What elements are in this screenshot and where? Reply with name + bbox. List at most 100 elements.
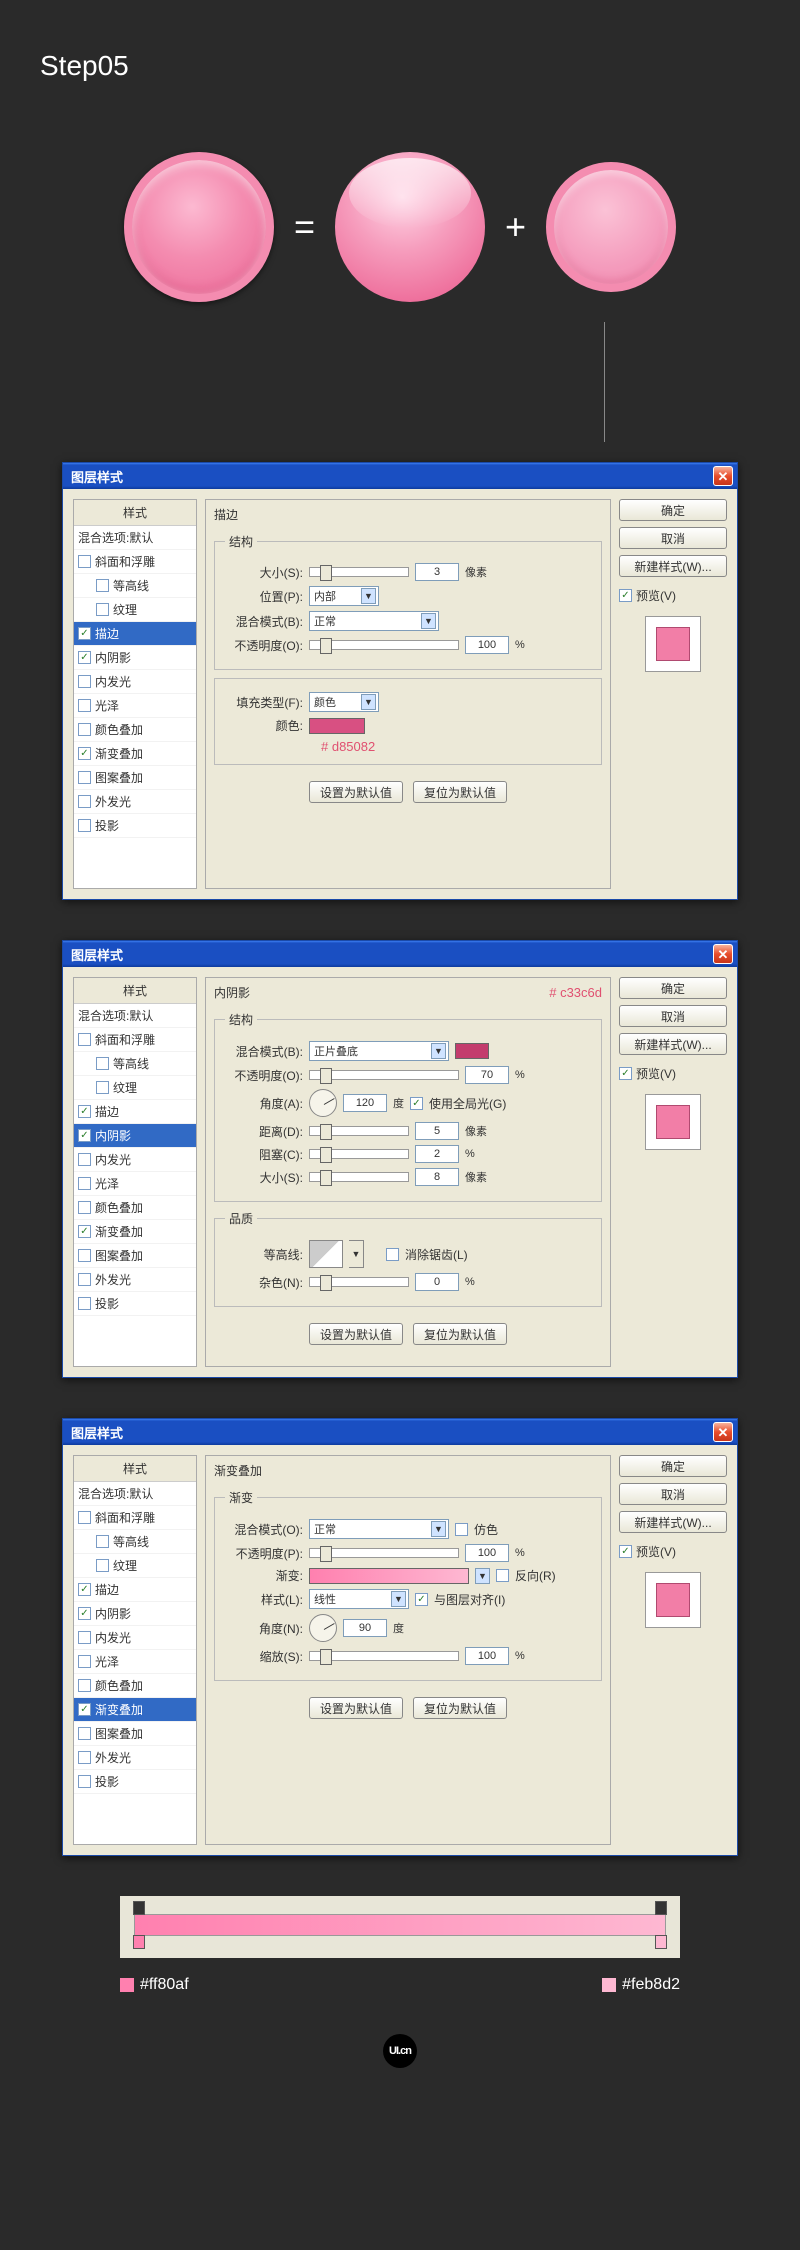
style-blend-defaults[interactable]: 混合选项:默认: [74, 1004, 196, 1028]
checkbox-icon[interactable]: [96, 1535, 109, 1548]
style-stroke[interactable]: 描边: [74, 622, 196, 646]
opacity-stop-left[interactable]: [133, 1901, 145, 1915]
color-swatch[interactable]: [309, 718, 365, 734]
size-input[interactable]: 8: [415, 1168, 459, 1186]
opacity-input[interactable]: 100: [465, 636, 509, 654]
angle-dial[interactable]: [309, 1089, 337, 1117]
choke-slider[interactable]: [309, 1149, 409, 1159]
color-stop-left[interactable]: [133, 1935, 145, 1949]
blend-combo[interactable]: 正常▼: [309, 1519, 449, 1539]
style-drop-shadow[interactable]: 投影: [74, 1770, 196, 1794]
distance-slider[interactable]: [309, 1126, 409, 1136]
ok-button[interactable]: 确定: [619, 499, 727, 521]
checkbox-icon[interactable]: [78, 795, 91, 808]
reset-default-button[interactable]: 复位为默认值: [413, 781, 507, 803]
checkbox-icon[interactable]: [78, 1583, 91, 1596]
style-bevel[interactable]: 斜面和浮雕: [74, 550, 196, 574]
new-style-button[interactable]: 新建样式(W)...: [619, 1033, 727, 1055]
checkbox-icon[interactable]: [78, 1679, 91, 1692]
style-blend-defaults[interactable]: 混合选项:默认: [74, 1482, 196, 1506]
preview-checkbox[interactable]: [619, 1067, 632, 1080]
style-texture[interactable]: 纹理: [74, 598, 196, 622]
scale-slider[interactable]: [309, 1651, 459, 1661]
checkbox-icon[interactable]: [78, 1033, 91, 1046]
ok-button[interactable]: 确定: [619, 977, 727, 999]
cancel-button[interactable]: 取消: [619, 1483, 727, 1505]
checkbox-icon[interactable]: [78, 1225, 91, 1238]
titlebar[interactable]: 图层样式 ✕: [63, 463, 737, 489]
style-texture[interactable]: 纹理: [74, 1554, 196, 1578]
checkbox-icon[interactable]: [78, 1273, 91, 1286]
checkbox-icon[interactable]: [96, 1559, 109, 1572]
checkbox-icon[interactable]: [78, 819, 91, 832]
checkbox-icon[interactable]: [78, 1631, 91, 1644]
checkbox-icon[interactable]: [96, 603, 109, 616]
checkbox-icon[interactable]: [78, 1511, 91, 1524]
style-satin[interactable]: 光泽: [74, 694, 196, 718]
reverse-checkbox[interactable]: [496, 1569, 509, 1582]
set-default-button[interactable]: 设置为默认值: [309, 1697, 403, 1719]
cancel-button[interactable]: 取消: [619, 527, 727, 549]
shadow-color-swatch[interactable]: [455, 1043, 489, 1059]
checkbox-icon[interactable]: [78, 1105, 91, 1118]
checkbox-icon[interactable]: [96, 579, 109, 592]
size-input[interactable]: 3: [415, 563, 459, 581]
opacity-stop-right[interactable]: [655, 1901, 667, 1915]
checkbox-icon[interactable]: [78, 1153, 91, 1166]
style-color-overlay[interactable]: 颜色叠加: [74, 718, 196, 742]
preview-checkbox[interactable]: [619, 1545, 632, 1558]
gradient-track[interactable]: [134, 1914, 666, 1936]
checkbox-icon[interactable]: [96, 1057, 109, 1070]
checkbox-icon[interactable]: [78, 723, 91, 736]
checkbox-icon[interactable]: [78, 747, 91, 760]
choke-input[interactable]: 2: [415, 1145, 459, 1163]
style-color-overlay[interactable]: 颜色叠加: [74, 1674, 196, 1698]
style-texture[interactable]: 纹理: [74, 1076, 196, 1100]
checkbox-icon[interactable]: [78, 1655, 91, 1668]
antialias-checkbox[interactable]: [386, 1248, 399, 1261]
reset-default-button[interactable]: 复位为默认值: [413, 1697, 507, 1719]
style-outer-glow[interactable]: 外发光: [74, 1746, 196, 1770]
checkbox-icon[interactable]: [78, 1607, 91, 1620]
style-gradient-overlay[interactable]: 渐变叠加: [74, 1698, 196, 1722]
style-bevel[interactable]: 斜面和浮雕: [74, 1028, 196, 1052]
angle-input[interactable]: 120: [343, 1094, 387, 1112]
checkbox-icon[interactable]: [78, 1249, 91, 1262]
style-combo[interactable]: 线性▼: [309, 1589, 409, 1609]
style-gradient-overlay[interactable]: 渐变叠加: [74, 1220, 196, 1244]
checkbox-icon[interactable]: [78, 1727, 91, 1740]
align-checkbox[interactable]: [415, 1593, 428, 1606]
ok-button[interactable]: 确定: [619, 1455, 727, 1477]
style-inner-shadow[interactable]: 内阴影: [74, 1124, 196, 1148]
checkbox-icon[interactable]: [78, 1775, 91, 1788]
style-inner-shadow[interactable]: 内阴影: [74, 646, 196, 670]
style-bevel[interactable]: 斜面和浮雕: [74, 1506, 196, 1530]
checkbox-icon[interactable]: [78, 1129, 91, 1142]
checkbox-icon[interactable]: [78, 675, 91, 688]
checkbox-icon[interactable]: [96, 1081, 109, 1094]
style-inner-glow[interactable]: 内发光: [74, 670, 196, 694]
style-inner-glow[interactable]: 内发光: [74, 1148, 196, 1172]
checkbox-icon[interactable]: [78, 1751, 91, 1764]
style-outer-glow[interactable]: 外发光: [74, 790, 196, 814]
distance-input[interactable]: 5: [415, 1122, 459, 1140]
opacity-input[interactable]: 100: [465, 1544, 509, 1562]
color-stop-right[interactable]: [655, 1935, 667, 1949]
scale-input[interactable]: 100: [465, 1647, 509, 1665]
style-satin[interactable]: 光泽: [74, 1650, 196, 1674]
style-blend-defaults[interactable]: 混合选项:默认: [74, 526, 196, 550]
style-contour[interactable]: 等高线: [74, 574, 196, 598]
style-satin[interactable]: 光泽: [74, 1172, 196, 1196]
checkbox-icon[interactable]: [78, 1703, 91, 1716]
titlebar[interactable]: 图层样式 ✕: [63, 1419, 737, 1445]
style-outer-glow[interactable]: 外发光: [74, 1268, 196, 1292]
preview-checkbox[interactable]: [619, 589, 632, 602]
close-button[interactable]: ✕: [713, 466, 733, 486]
titlebar[interactable]: 图层样式 ✕: [63, 941, 737, 967]
style-pattern-overlay[interactable]: 图案叠加: [74, 766, 196, 790]
new-style-button[interactable]: 新建样式(W)...: [619, 1511, 727, 1533]
checkbox-icon[interactable]: [78, 1201, 91, 1214]
checkbox-icon[interactable]: [78, 771, 91, 784]
angle-input[interactable]: 90: [343, 1619, 387, 1637]
blend-combo[interactable]: 正常▼: [309, 611, 439, 631]
